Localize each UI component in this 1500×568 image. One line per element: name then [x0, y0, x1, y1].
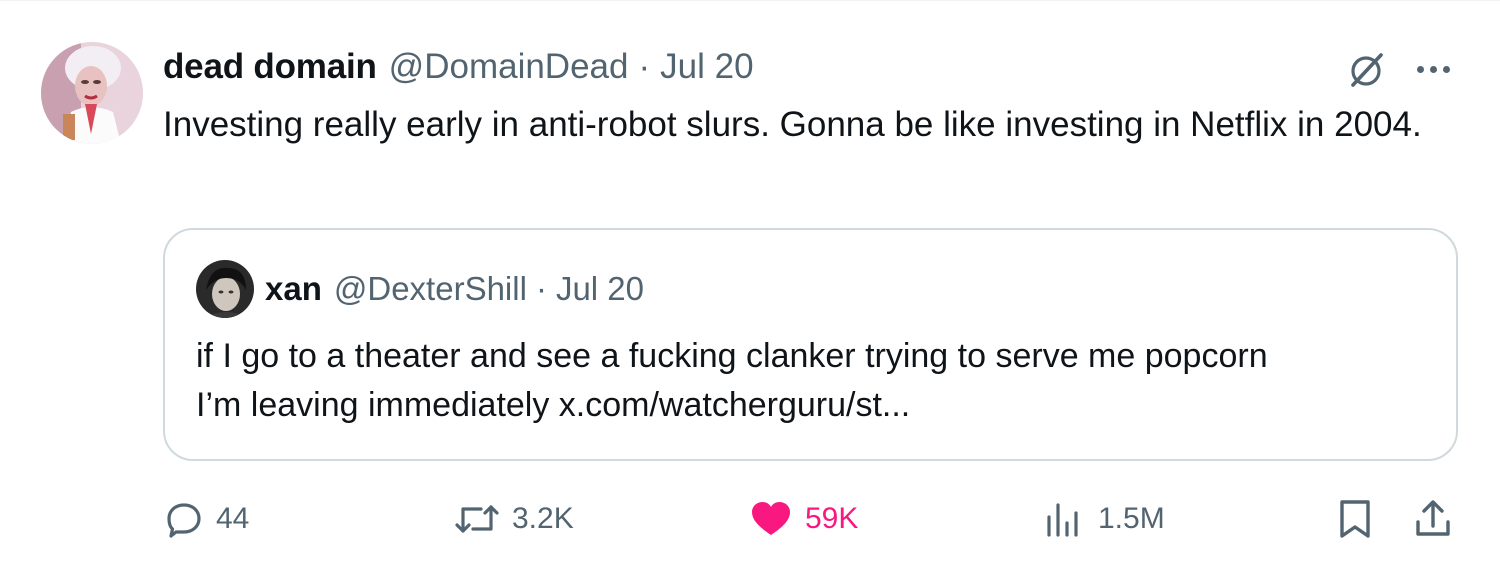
quoted-text-line: I’m leaving immediately x.com/watchergur… — [196, 386, 911, 424]
views-button[interactable]: 1.5M — [1042, 494, 1165, 544]
more-options-icon[interactable] — [1410, 49, 1456, 89]
reply-icon — [167, 503, 201, 538]
quoted-author-handle[interactable]: @DexterShill — [334, 270, 527, 308]
more-dot — [1416, 65, 1424, 73]
tweet-date[interactable]: Jul 20 — [660, 47, 753, 87]
bookmark-button[interactable] — [1337, 494, 1373, 544]
views-count: 1.5M — [1098, 502, 1165, 535]
more-dot — [1429, 65, 1437, 73]
author-avatar[interactable] — [41, 42, 143, 144]
like-count: 59K — [805, 502, 859, 535]
share-icon — [1416, 500, 1450, 536]
quoted-author-avatar[interactable] — [196, 260, 254, 318]
quoted-tweet-text: if I go to a theater and see a fucking c… — [196, 332, 1436, 430]
quoted-author-name[interactable]: xan — [265, 270, 322, 308]
author-avatar-image — [41, 42, 143, 144]
like-button[interactable]: 59K — [749, 494, 858, 544]
quoted-tweet-date[interactable]: Jul 20 — [556, 270, 644, 308]
tweet[interactable]: dead domain @DomainDead · Jul 20 Investi… — [0, 0, 1500, 568]
views-icon — [1047, 503, 1078, 537]
action-bar: 44 3.2K 59K 1.5M — [0, 494, 1500, 544]
grok-icon[interactable] — [1345, 49, 1387, 91]
like-icon — [752, 502, 790, 535]
quoted-tweet[interactable]: xan @DexterShill · Jul 20 if I go to a t… — [163, 228, 1458, 461]
share-button[interactable] — [1413, 494, 1453, 544]
quoted-text-line: if I go to a theater and see a fucking c… — [196, 337, 1268, 375]
tweet-header: dead domain @DomainDead · Jul 20 — [163, 43, 754, 91]
author-name[interactable]: dead domain — [163, 47, 377, 87]
repost-count: 3.2K — [512, 502, 574, 535]
quoted-tweet-header: xan @DexterShill · Jul 20 — [265, 267, 644, 311]
bookmark-icon — [1340, 500, 1370, 538]
header-separator: · — [638, 47, 651, 86]
author-handle[interactable]: @DomainDead — [389, 47, 629, 87]
repost-icon — [455, 505, 499, 533]
reply-button[interactable]: 44 — [164, 494, 249, 544]
quoted-avatar-image — [196, 260, 254, 318]
more-dot — [1442, 65, 1450, 73]
repost-button[interactable]: 3.2K — [454, 494, 574, 544]
reply-count: 44 — [216, 502, 250, 535]
quoted-header-separator: · — [535, 270, 547, 307]
tweet-text: Investing really early in anti-robot slu… — [163, 105, 1422, 144]
